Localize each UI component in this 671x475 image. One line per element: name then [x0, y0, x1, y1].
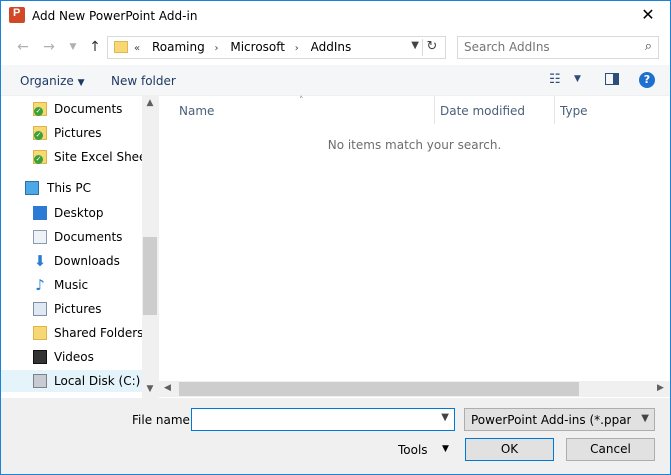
chevron-down-icon[interactable]: ▼: [574, 74, 581, 84]
window-title: Add New PowerPoint Add-in: [32, 9, 198, 23]
help-icon[interactable]: ?: [639, 72, 655, 88]
breadcrumb: « Roaming › Microsoft › AddIns: [134, 40, 357, 54]
video-icon: [33, 350, 47, 364]
sidebar-item-this-pc[interactable]: This PC: [1, 177, 142, 199]
synced-folder-icon: [33, 126, 47, 140]
scrollbar-thumb[interactable]: [179, 382, 579, 396]
dialog-footer: File name: ▼ PowerPoint Add-ins (*.ppam;…: [1, 398, 670, 474]
file-list-scrollbar[interactable]: ◀ ▶: [159, 381, 670, 397]
folder-icon: [33, 326, 47, 340]
sidebar-item-label: Local Disk (C:): [54, 374, 141, 388]
forward-arrow-icon[interactable]: →: [41, 39, 57, 55]
scroll-up-icon[interactable]: ▲: [142, 98, 158, 108]
scroll-right-icon[interactable]: ▶: [657, 383, 664, 393]
synced-folder-icon: [33, 150, 47, 164]
column-name[interactable]: Name: [179, 104, 214, 118]
folder-icon: [114, 41, 128, 53]
scroll-left-icon[interactable]: ◀: [164, 383, 171, 393]
chevron-down-icon[interactable]: ▼: [65, 39, 81, 55]
sidebar-item-local-disk[interactable]: Local Disk (C:): [1, 370, 142, 392]
desktop-icon: [33, 206, 47, 220]
synced-folder-icon: [33, 102, 47, 116]
organize-label: Organize: [20, 74, 74, 88]
search-box[interactable]: ⌕: [457, 36, 659, 59]
sidebar-item-documents[interactable]: Documents: [1, 226, 142, 248]
sidebar-item-shared-folders[interactable]: Shared Folders: [1, 322, 144, 344]
sidebar-scrollbar[interactable]: ▲ ▼: [142, 96, 158, 398]
sidebar-item-pictures[interactable]: Pictures: [1, 298, 142, 320]
pictures-icon: [33, 302, 47, 316]
sidebar-item-label: Downloads: [54, 254, 120, 268]
close-icon[interactable]: ✕: [638, 5, 658, 25]
chevron-down-icon[interactable]: ▼: [441, 412, 449, 423]
sidebar-item-label: Videos: [54, 350, 94, 364]
back-arrow-icon[interactable]: ←: [15, 39, 31, 55]
navigation-pane: Documents Pictures Site Excel Sheets Thi…: [1, 96, 159, 398]
sidebar-item-label: Desktop: [54, 206, 104, 220]
sidebar-item-downloads[interactable]: ⬇ Downloads: [1, 250, 142, 272]
sidebar-item-site-excel-sheets[interactable]: Site Excel Sheets: [1, 146, 157, 168]
column-divider[interactable]: [554, 96, 555, 124]
breadcrumb-microsoft[interactable]: Microsoft: [230, 40, 285, 54]
download-arrow-icon: ⬇: [33, 252, 47, 270]
search-icon[interactable]: ⌕: [645, 39, 652, 54]
scroll-down-icon[interactable]: ▼: [142, 384, 158, 394]
sort-caret-icon: ˄: [299, 96, 304, 106]
tools-button[interactable]: Tools: [398, 443, 428, 457]
chevron-down-icon: ▼: [641, 413, 649, 424]
file-list: ˄ Name Date modified Type No items match…: [159, 96, 670, 398]
chevron-down-icon: ▼: [77, 78, 85, 88]
sidebar-item-label: Pictures: [54, 302, 102, 316]
file-name-combobox[interactable]: ▼: [191, 408, 455, 431]
organize-button[interactable]: Organize ▼: [20, 74, 85, 88]
toolbar: Organize ▼ New folder ☷ ▼ ?: [1, 65, 670, 96]
sidebar-item-label: Pictures: [54, 126, 102, 140]
file-type-value: PowerPoint Add-ins (*.ppam;*.: [471, 413, 631, 427]
file-name-input[interactable]: [196, 412, 426, 426]
address-history-chevron-icon[interactable]: ▼: [411, 40, 419, 51]
column-divider[interactable]: [434, 96, 435, 124]
chevron-right-icon[interactable]: ›: [295, 43, 299, 54]
column-type[interactable]: Type: [560, 104, 588, 118]
drive-icon: [33, 374, 47, 388]
powerpoint-icon: [9, 7, 25, 23]
breadcrumb-overflow[interactable]: «: [134, 43, 140, 54]
file-type-select[interactable]: PowerPoint Add-ins (*.ppam;*. ▼: [464, 408, 655, 431]
preview-pane-icon[interactable]: [605, 73, 619, 85]
music-note-icon: ♪: [35, 276, 45, 294]
address-bar[interactable]: « Roaming › Microsoft › AddIns ▼ ↻: [107, 36, 446, 59]
sidebar-item-label: This PC: [47, 181, 91, 195]
empty-message: No items match your search.: [327, 138, 502, 152]
breadcrumb-addins[interactable]: AddIns: [311, 40, 352, 54]
sidebar-item-videos[interactable]: Videos: [1, 346, 142, 368]
search-input[interactable]: [464, 40, 629, 54]
new-folder-button[interactable]: New folder: [111, 74, 176, 88]
sidebar-item-documents-cloud[interactable]: Documents: [1, 98, 142, 120]
sidebar-item-label: Music: [54, 278, 89, 292]
sidebar-item-music[interactable]: ♪ Music: [1, 274, 142, 296]
sidebar-item-label: Shared Folders: [54, 326, 144, 340]
file-name-label: File name:: [132, 413, 194, 427]
sidebar-item-label: Documents: [54, 230, 123, 244]
sidebar-item-pictures-cloud[interactable]: Pictures: [1, 122, 142, 144]
view-options-icon[interactable]: ☷: [549, 72, 561, 87]
title-bar: Add New PowerPoint Add-in ✕: [1, 1, 670, 31]
cancel-button[interactable]: Cancel: [566, 438, 655, 461]
column-date-modified[interactable]: Date modified: [440, 104, 525, 118]
scrollbar-thumb[interactable]: [143, 237, 157, 315]
add-in-dialog: Add New PowerPoint Add-in ✕ ← → ▼ ↑ « Ro…: [0, 0, 671, 475]
computer-icon: [25, 181, 39, 195]
sidebar-item-label: Documents: [54, 102, 123, 116]
up-arrow-icon[interactable]: ↑: [87, 39, 103, 55]
ok-button[interactable]: OK: [465, 438, 554, 461]
documents-icon: [33, 230, 47, 244]
chevron-down-icon[interactable]: ▼: [442, 444, 449, 454]
refresh-icon[interactable]: ↻: [422, 39, 441, 56]
chevron-right-icon[interactable]: ›: [215, 43, 219, 54]
breadcrumb-roaming[interactable]: Roaming: [152, 40, 205, 54]
navigation-bar: ← → ▼ ↑ « Roaming › Microsoft › AddIns ▼…: [1, 31, 670, 65]
sidebar-item-desktop[interactable]: Desktop: [1, 202, 142, 224]
